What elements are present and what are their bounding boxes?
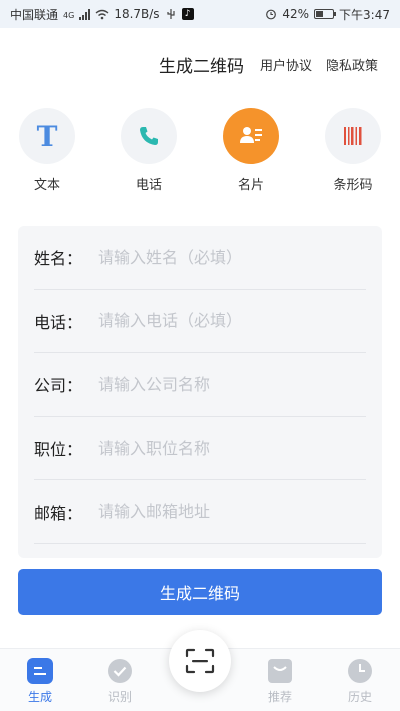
type-text[interactable]: T 文本 [19, 108, 75, 193]
page-title: 生成二维码 [158, 56, 244, 77]
phone-input[interactable] [98, 311, 366, 331]
alarm-icon [266, 9, 277, 20]
type-barcode-button[interactable] [325, 108, 381, 164]
history-icon [347, 658, 373, 684]
phone-icon [140, 127, 158, 145]
scan-icon [185, 648, 215, 674]
type-card-button[interactable] [223, 108, 279, 164]
type-barcode-label: 条形码 [333, 178, 373, 193]
recognize-icon [107, 658, 133, 684]
nav-recommend-label: 推荐 [267, 689, 292, 704]
phone-row: 电话： [34, 290, 366, 354]
text-icon: T [36, 119, 58, 153]
company-row: 公司： [34, 353, 366, 417]
company-label: 公司： [34, 376, 83, 396]
name-label: 姓名： [34, 249, 83, 269]
type-card-label: 名片 [237, 178, 264, 193]
battery-percent: 42% [282, 7, 310, 21]
user-agreement-link[interactable]: 用户协议 [260, 55, 312, 74]
nav-generate[interactable]: 生成 [0, 656, 80, 705]
nav-history-label: 历史 [347, 689, 372, 704]
wifi-icon [95, 9, 109, 19]
nav-recommend[interactable]: 推荐 [240, 656, 320, 705]
type-text-label: 文本 [33, 178, 60, 193]
type-phone-label: 电话 [135, 178, 162, 193]
email-label: 邮箱： [34, 503, 83, 523]
network-speed: 18.7B/s [114, 7, 160, 21]
card-icon [240, 127, 262, 143]
company-input[interactable] [98, 374, 366, 394]
phone-label: 电话： [34, 312, 83, 332]
position-row: 职位： [34, 417, 366, 481]
name-row: 姓名： [34, 226, 366, 290]
tiktok-icon: ♪ [181, 8, 194, 20]
recommend-icon [267, 658, 293, 684]
nav-recognize[interactable]: 识别 [80, 656, 160, 705]
type-card[interactable]: 名片 [223, 108, 279, 193]
position-label: 职位： [34, 440, 83, 460]
generate-icon [27, 657, 53, 684]
email-row: 邮箱： [34, 480, 366, 544]
nav-history[interactable]: 历史 [320, 656, 400, 705]
email-input[interactable] [98, 502, 366, 522]
barcode-icon [344, 127, 362, 145]
scan-button[interactable] [169, 630, 231, 692]
type-text-button[interactable]: T [19, 108, 75, 164]
type-phone-button[interactable] [121, 108, 177, 164]
nav-generate-label: 生成 [27, 689, 52, 704]
clock: 下午3:47 [339, 7, 390, 22]
name-input[interactable] [98, 247, 366, 267]
type-barcode[interactable]: 条形码 [325, 108, 381, 193]
network-type: 4G [63, 10, 75, 20]
status-bar-left: 中国联通 4G 18.7B/s ♪ [10, 6, 194, 23]
usb-icon [166, 9, 175, 19]
battery-icon [314, 9, 337, 19]
header: 生成二维码 用户协议 隐私政策 [159, 50, 378, 78]
carrier-name: 中国联通 [10, 7, 59, 22]
position-input[interactable] [98, 438, 366, 458]
type-phone[interactable]: 电话 [121, 108, 177, 193]
generate-qrcode-button[interactable]: 生成二维码 [18, 569, 382, 615]
status-bar-right: 42% 下午3:47 [265, 6, 390, 23]
status-bar: 中国联通 4G 18.7B/s ♪ 42% 下午3:47 [0, 0, 400, 28]
signal-icon [79, 8, 91, 20]
nav-recognize-label: 识别 [107, 689, 132, 704]
type-selector: T 文本 电话 名片 条形码 [0, 108, 400, 193]
privacy-policy-link[interactable]: 隐私政策 [326, 55, 378, 74]
business-card-form: 姓名： 电话： 公司： 职位： 邮箱： [18, 226, 382, 558]
